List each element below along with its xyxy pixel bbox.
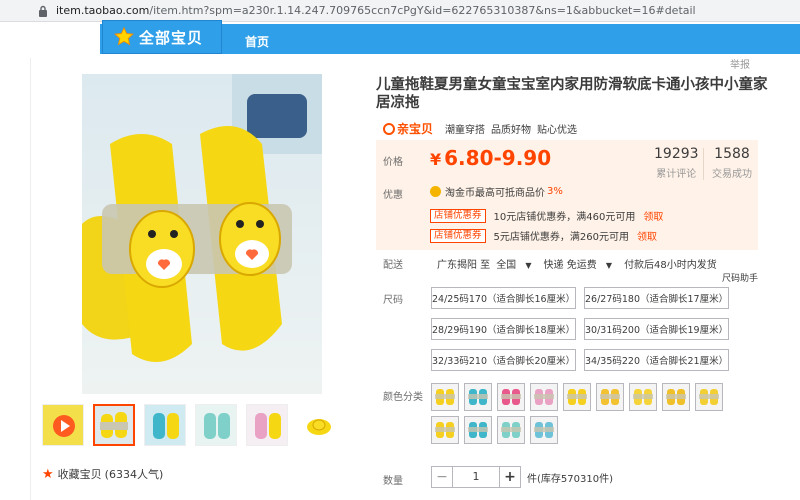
- shipping-row: 配送 广东揭阳 至 全国 ▼ 快递 免运费 ▼ 付款后48小时内发货: [383, 256, 723, 271]
- size-helper-link[interactable]: 尺码助手: [722, 271, 758, 284]
- color-swatch[interactable]: [563, 383, 591, 411]
- lock-icon: [38, 5, 48, 17]
- star-icon: ★: [42, 466, 54, 482]
- size-option[interactable]: 32/33码210（适合脚长20厘米）: [431, 349, 576, 371]
- size-option[interactable]: 24/25码170（适合脚长16厘米）: [431, 287, 576, 309]
- all-items-button[interactable]: 全部宝贝: [102, 20, 222, 54]
- sales-stat: 1588 交易成功: [712, 146, 752, 180]
- divider: [703, 148, 704, 180]
- chevron-down-icon: ▼: [525, 261, 532, 270]
- color-swatch[interactable]: [596, 383, 624, 411]
- coupon-row: 店铺优惠券 10元店铺优惠券，满460元可用 领取: [430, 208, 663, 223]
- size-options: 24/25码170（适合脚长16厘米） 26/27码180（适合脚长17厘米） …: [431, 287, 736, 371]
- ship-note: 付款后48小时内发货: [624, 260, 717, 271]
- taojinbi-offer: 淘金币最高可抵商品价 3%: [430, 184, 563, 199]
- size-option[interactable]: 30/31码200（适合脚长19厘米）: [584, 318, 729, 340]
- size-label: 尺码: [383, 295, 403, 306]
- color-swatch[interactable]: [464, 416, 492, 444]
- chevron-down-icon: ▼: [605, 261, 613, 270]
- color-swatch[interactable]: [695, 383, 723, 411]
- express-dropdown[interactable]: 快递 免运费 ▼: [544, 256, 619, 271]
- url-text[interactable]: item.taobao.com/item.htm?spm=a230r.1.14.…: [56, 4, 696, 17]
- shipping-label: 配送: [383, 260, 403, 271]
- quantity-input[interactable]: 1: [453, 466, 499, 488]
- coupon-desc: 5元店铺优惠券，满260元可用: [493, 232, 629, 243]
- increment-button[interactable]: +: [499, 466, 521, 488]
- size-option[interactable]: 28/29码190（适合脚长18厘米）: [431, 318, 576, 340]
- ship-from: 广东揭阳 至: [437, 260, 491, 271]
- browser-address-bar[interactable]: item.taobao.com/item.htm?spm=a230r.1.14.…: [0, 0, 800, 22]
- star-icon: [114, 26, 134, 46]
- size-option[interactable]: 34/35码220（适合脚长21厘米）: [584, 349, 729, 371]
- color-swatch[interactable]: [497, 416, 525, 444]
- color-swatches: [431, 383, 731, 444]
- claim-coupon-link[interactable]: 领取: [637, 228, 657, 243]
- decrement-button[interactable]: −: [431, 466, 453, 488]
- color-swatch[interactable]: [530, 416, 558, 444]
- coupon-desc: 10元店铺优惠券，满460元可用: [493, 212, 636, 223]
- promo-strip: 亲宝贝 潮童穿搭 品质好物 贴心优选: [383, 120, 583, 137]
- stock-text: 件(库存570310件): [527, 473, 613, 485]
- size-option[interactable]: 26/27码180（适合脚长17厘米）: [584, 287, 729, 309]
- divider: [30, 58, 31, 500]
- reviews-stat[interactable]: 19293 累计评论: [654, 146, 699, 180]
- thumbnail-image[interactable]: [246, 404, 288, 446]
- offers-label: 优惠: [383, 190, 403, 201]
- main-product-image[interactable]: [82, 74, 322, 394]
- promo-tag: 潮童穿搭: [445, 125, 486, 136]
- favorite-count: (6334人气): [104, 468, 164, 481]
- price-panel: 价格 ¥ 6.80-9.90 19293 累计评论 1588 交易成功 优惠 淘…: [376, 140, 758, 250]
- color-swatch[interactable]: [431, 383, 459, 411]
- price-value: ¥ 6.80-9.90: [430, 146, 552, 170]
- color-label: 颜色分类: [383, 392, 423, 403]
- promo-tag: 品质好物: [491, 125, 532, 136]
- coin-icon: [430, 186, 441, 197]
- color-swatch[interactable]: [431, 416, 459, 444]
- thumbnail-image[interactable]: [144, 404, 186, 446]
- claim-coupon-link[interactable]: 领取: [643, 208, 663, 223]
- quantity-label: 数量: [383, 476, 403, 487]
- coupon-row: 店铺优惠券 5元店铺优惠券，满260元可用 领取: [430, 228, 657, 243]
- coupon-tag: 店铺优惠券: [430, 208, 486, 223]
- all-items-label: 全部宝贝: [139, 28, 204, 47]
- product-title: 儿童拖鞋夏男童女童宝宝室内家用防滑软底卡通小孩中小童家居凉拖: [376, 77, 768, 111]
- thumbnail-video[interactable]: [42, 404, 84, 446]
- color-swatch[interactable]: [464, 383, 492, 411]
- color-swatch[interactable]: [662, 383, 690, 411]
- ring-icon: [383, 122, 395, 135]
- color-swatch[interactable]: [629, 383, 657, 411]
- coupon-tag: 店铺优惠券: [430, 228, 486, 243]
- color-swatch[interactable]: [530, 383, 558, 411]
- price-label: 价格: [383, 157, 403, 168]
- promo-tag: 贴心优选: [537, 125, 578, 136]
- color-swatch[interactable]: [497, 383, 525, 411]
- favorite-link[interactable]: ★ 收藏宝贝 (6334人气): [42, 466, 163, 482]
- favorite-label: 收藏宝贝: [57, 468, 102, 481]
- thumbnail-image[interactable]: [93, 404, 135, 446]
- quantity-stepper: − 1 + 件(库存570310件): [431, 466, 613, 488]
- thumbnail-strip: [42, 404, 339, 446]
- thumbnail-image[interactable]: [297, 404, 339, 446]
- report-link[interactable]: 举报: [730, 56, 750, 71]
- nav-home-link[interactable]: 首页: [245, 33, 269, 50]
- thumbnail-image[interactable]: [195, 404, 237, 446]
- ship-to-dropdown[interactable]: 全国 ▼: [496, 256, 537, 271]
- qinbaobei-logo: 亲宝贝: [383, 120, 433, 137]
